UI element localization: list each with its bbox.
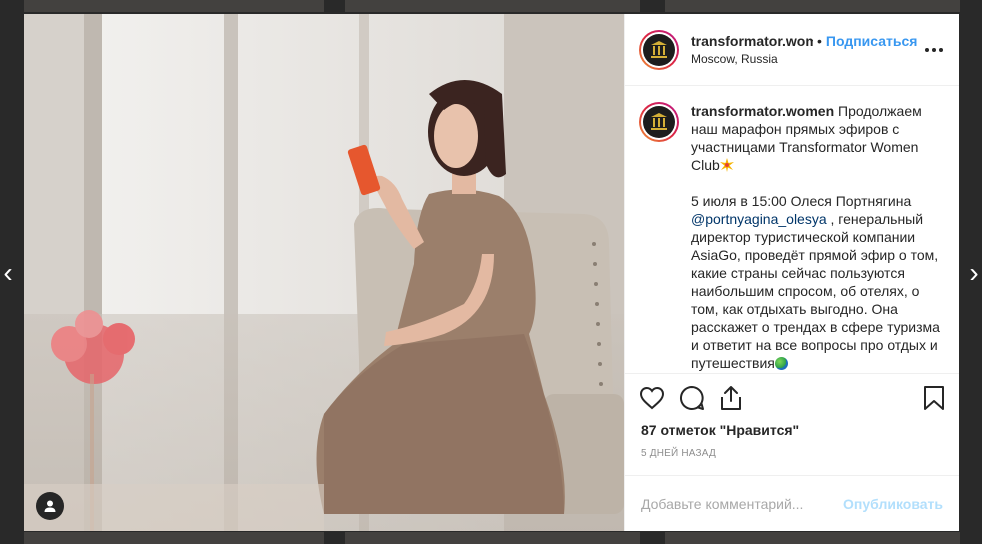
comment-box: Опубликовать — [625, 475, 959, 531]
avatar[interactable] — [639, 29, 679, 70]
comment-input[interactable] — [641, 495, 844, 512]
chevron-left-icon[interactable]: ‹ — [0, 258, 16, 288]
caption-area: transformator.women Продолжаем наш мараф… — [625, 86, 959, 374]
brand-logo-icon — [643, 33, 675, 66]
post-location[interactable]: Moscow, Russia — [691, 52, 921, 66]
post-modal: transformator.women • Подписаться Moscow… — [24, 14, 959, 531]
caption-username[interactable]: transformator.women — [691, 103, 834, 119]
post-username[interactable]: transformator.women — [691, 33, 813, 49]
share-icon[interactable] — [719, 385, 743, 411]
caption-text: transformator.women Продолжаем наш мараф… — [691, 102, 941, 373]
post-sidebar: transformator.women • Подписаться Moscow… — [624, 14, 959, 531]
sparkle-emoji-icon — [719, 158, 734, 172]
background-post-thumbnail — [24, 532, 324, 544]
background-post-thumbnail — [24, 0, 324, 12]
background-post-thumbnail — [345, 532, 640, 544]
post-header: transformator.women • Подписаться Moscow… — [625, 14, 959, 86]
comment-bubble-icon[interactable] — [679, 385, 705, 411]
follow-button[interactable]: Подписаться — [826, 33, 918, 49]
caption-avatar[interactable] — [639, 102, 679, 142]
background-post-thumbnail — [345, 0, 640, 12]
post-timestamp[interactable]: 5 дней назад — [625, 438, 959, 459]
action-bar — [625, 374, 959, 422]
heart-icon[interactable] — [639, 386, 665, 410]
person-icon[interactable] — [36, 492, 64, 520]
likes-count[interactable]: 87 отметок "Нравится" — [625, 422, 959, 438]
caption-line: , генеральный директор туристической ком… — [691, 211, 940, 371]
brand-logo-icon — [643, 106, 675, 138]
chevron-right-icon[interactable]: › — [966, 258, 982, 288]
post-photo-illustration — [24, 14, 624, 531]
background-post-thumbnail — [665, 0, 960, 12]
globe-emoji-icon — [774, 357, 788, 370]
publish-button[interactable]: Опубликовать — [843, 496, 943, 512]
bookmark-icon[interactable] — [923, 385, 945, 411]
more-dots-icon[interactable] — [925, 48, 943, 52]
caption-line: 5 июля в 15:00 Олеся Портнягина — [691, 193, 912, 209]
post-photo[interactable] — [24, 14, 624, 531]
caption-mention-link[interactable]: @portnyagina_olesya — [691, 211, 827, 227]
separator-dot: • — [817, 33, 822, 49]
background-post-thumbnail — [665, 532, 960, 544]
